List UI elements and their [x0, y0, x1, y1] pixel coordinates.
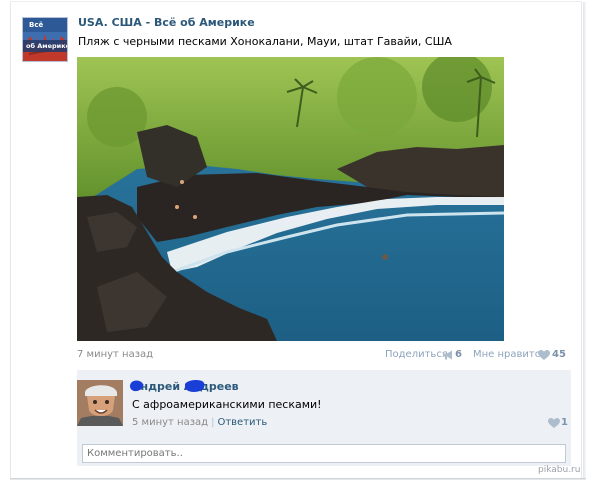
megaphone-icon[interactable] — [442, 350, 454, 360]
redaction-mark-left — [130, 380, 144, 392]
comment-time[interactable]: 5 минут назад — [132, 417, 208, 428]
post-time[interactable]: 7 минут назад — [77, 349, 153, 360]
post-meta-row: 7 минут назад Поделиться 6 Мне нравится … — [77, 349, 566, 363]
comment-meta: 5 минут назад | Ответить — [132, 417, 267, 428]
group-avatar[interactable]: Всё об Америке — [22, 17, 68, 62]
redaction-mark-right — [185, 380, 205, 392]
avatar-label-bottom: об Америке — [26, 42, 68, 50]
watermark: pikabu.ru — [538, 465, 581, 475]
like-count: 45 — [552, 349, 566, 360]
comment-avatar[interactable] — [77, 380, 123, 426]
comment-input[interactable] — [82, 444, 566, 463]
share-button[interactable]: Поделиться — [385, 349, 448, 360]
comment-block: Андрей Андреев С афроамериканскими песка… — [77, 370, 571, 466]
comment-text: С афроамериканскими песками! — [132, 398, 322, 411]
frame-bottom-border — [10, 478, 586, 480]
heart-icon[interactable] — [538, 350, 550, 361]
avatar-label-top: Всё — [29, 21, 43, 29]
frame-shadow — [583, 2, 586, 478]
reply-button[interactable]: Ответить — [217, 417, 267, 428]
heart-icon[interactable] — [548, 418, 560, 429]
share-count: 6 — [455, 349, 462, 360]
post-photo[interactable] — [77, 57, 504, 341]
comment-like-count: 1 — [561, 417, 568, 428]
group-name-link[interactable]: USA. США - Всё об Америке — [78, 16, 255, 29]
like-button[interactable]: Мне нравится — [473, 349, 546, 360]
comment-meta-separator: | — [211, 417, 215, 428]
post-text: Пляж с черными песками Хонокалани, Мауи,… — [78, 35, 452, 48]
